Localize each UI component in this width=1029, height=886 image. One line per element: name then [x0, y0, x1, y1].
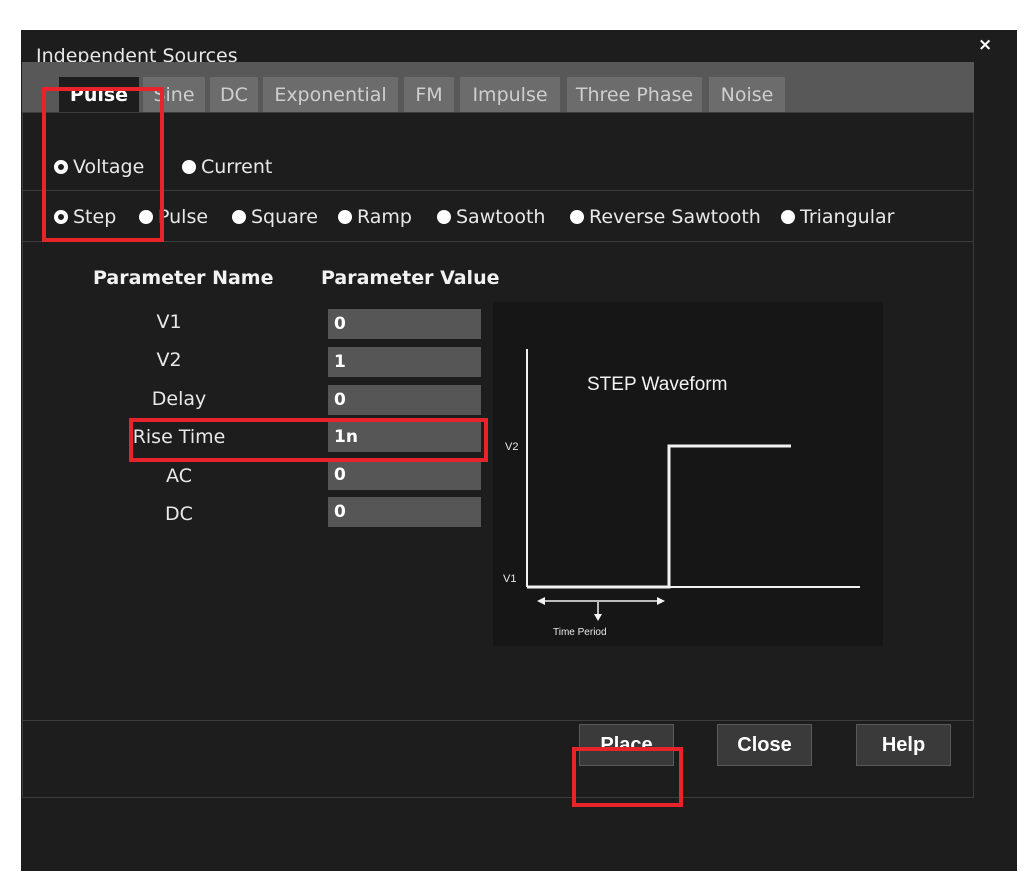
radio-pulse[interactable]: Pulse — [139, 206, 208, 228]
radio-square[interactable]: Square — [232, 206, 318, 228]
radio-step-label: Step — [73, 206, 117, 228]
param-name-v2: V2 — [156, 349, 182, 371]
tab-exponential[interactable]: Exponential — [263, 77, 398, 113]
radio-unselected-icon — [570, 210, 584, 224]
tab-impulse[interactable]: Impulse — [460, 77, 560, 113]
radio-reverse-sawtooth-label: Reverse Sawtooth — [589, 206, 761, 228]
radio-unselected-icon — [182, 160, 196, 174]
radio-ramp-label: Ramp — [357, 206, 412, 228]
tab-pulse[interactable]: Pulse — [59, 77, 139, 113]
radio-sawtooth-label: Sawtooth — [456, 206, 546, 228]
radio-selected-icon — [54, 160, 68, 174]
radio-square-label: Square — [251, 206, 318, 228]
param-value-ac[interactable]: 0 — [328, 460, 481, 490]
divider — [23, 241, 973, 242]
param-name-v1: V1 — [156, 311, 182, 333]
arrow-down-icon — [594, 614, 602, 621]
close-button[interactable]: Close — [717, 724, 812, 766]
parameter-value-header: Parameter Value — [321, 267, 500, 289]
help-button[interactable]: Help — [856, 724, 951, 766]
radio-voltage-label: Voltage — [73, 156, 145, 178]
waveform-title: STEP Waveform — [587, 374, 727, 395]
param-value-v1[interactable]: 0 — [328, 309, 481, 339]
radio-selected-icon — [54, 210, 68, 224]
radio-triangular[interactable]: Triangular — [781, 206, 894, 228]
tab-noise[interactable]: Noise — [709, 77, 785, 113]
radio-unselected-icon — [139, 210, 153, 224]
tab-sine[interactable]: Sine — [143, 77, 205, 113]
tab-three-phase[interactable]: Three Phase — [567, 77, 702, 113]
label-time-period: Time Period — [553, 627, 607, 638]
param-value-v2[interactable]: 1 — [328, 347, 481, 377]
param-value-delay[interactable]: 0 — [328, 385, 481, 415]
step-trace — [527, 444, 791, 589]
radio-reverse-sawtooth[interactable]: Reverse Sawtooth — [570, 206, 761, 228]
radio-ramp[interactable]: Ramp — [338, 206, 412, 228]
param-name-rise-time: Rise Time — [132, 426, 226, 448]
label-v2: V2 — [505, 441, 518, 453]
close-icon[interactable]: × — [978, 35, 992, 55]
radio-step[interactable]: Step — [54, 206, 116, 228]
param-name-delay: Delay — [151, 388, 207, 410]
param-name-dc: DC — [165, 503, 193, 525]
param-name-ac: AC — [166, 465, 192, 487]
radio-pulse-label: Pulse — [158, 206, 209, 228]
arrow-left-icon — [537, 597, 545, 605]
divider — [23, 720, 973, 721]
radio-unselected-icon — [338, 210, 352, 224]
label-v1: V1 — [503, 573, 516, 585]
radio-triangular-label: Triangular — [800, 206, 895, 228]
radio-voltage[interactable]: Voltage — [54, 156, 144, 178]
radio-current-label: Current — [201, 156, 273, 178]
radio-unselected-icon — [781, 210, 795, 224]
radio-sawtooth[interactable]: Sawtooth — [437, 206, 545, 228]
param-value-rise-time[interactable]: 1n — [328, 422, 481, 452]
radio-unselected-icon — [437, 210, 451, 224]
parameter-name-header: Parameter Name — [93, 267, 274, 289]
waveform-preview: STEP Waveform V2 V1 Time Period — [493, 302, 883, 646]
tab-dc[interactable]: DC — [210, 77, 258, 113]
tab-fm[interactable]: FM — [404, 77, 454, 113]
place-button[interactable]: Place — [579, 724, 674, 766]
radio-current[interactable]: Current — [182, 156, 272, 178]
step-waveform-diagram: STEP Waveform V2 V1 Time Period — [503, 349, 860, 638]
radio-unselected-icon — [232, 210, 246, 224]
param-value-dc[interactable]: 0 — [328, 497, 481, 527]
arrow-right-icon — [657, 597, 665, 605]
divider — [23, 190, 973, 191]
